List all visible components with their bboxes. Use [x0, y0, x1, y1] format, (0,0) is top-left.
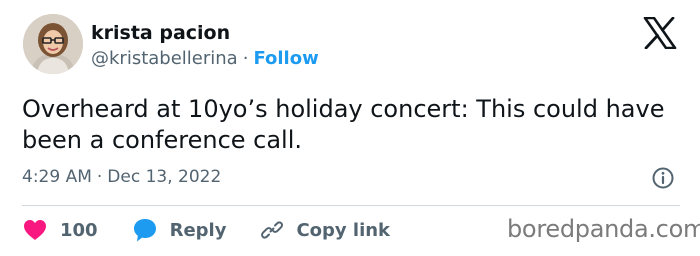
avatar[interactable]	[23, 14, 83, 74]
divider	[22, 205, 680, 206]
copy-link-label: Copy link	[296, 219, 391, 241]
watermark: boredpanda.com	[507, 215, 700, 243]
tweet-timestamp[interactable]: 4:29 AM · Dec 13, 2022	[22, 167, 221, 187]
heart-icon	[24, 220, 46, 240]
link-icon	[261, 221, 284, 239]
copy-link-button[interactable]: Copy link	[260, 218, 390, 242]
speech-bubble-icon	[133, 219, 156, 242]
tweet-time: 4:29 AM	[22, 167, 92, 187]
action-bar: 100 Reply Copy link	[22, 216, 424, 244]
reply-label: Reply	[169, 219, 227, 241]
timestamp-separator: ·	[96, 167, 103, 187]
user-handle[interactable]: @kristabellerina	[91, 48, 238, 69]
handle-row: @kristabellerina · Follow	[91, 48, 319, 69]
follow-button[interactable]: Follow	[253, 48, 318, 69]
likes-count: 100	[60, 219, 98, 241]
tweet-date: Dec 13, 2022	[107, 167, 222, 187]
like-button[interactable]: 100	[22, 218, 98, 242]
tweet-text: Overheard at 10yo’s holiday concert: Thi…	[22, 95, 665, 154]
x-logo-icon[interactable]	[643, 17, 677, 49]
reply-button[interactable]: Reply	[132, 217, 227, 243]
info-icon[interactable]	[651, 166, 675, 190]
display-name[interactable]: krista pacion	[91, 22, 230, 44]
handle-separator: ·	[242, 48, 249, 69]
